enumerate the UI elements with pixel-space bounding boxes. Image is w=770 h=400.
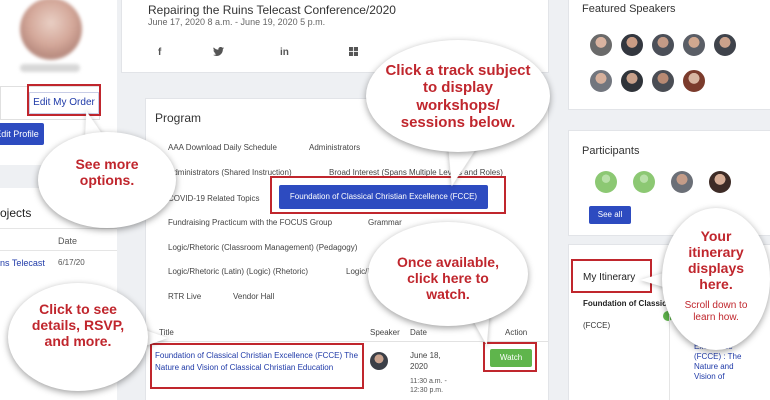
callout-itinerary-text: Your itinerary displays here. [687, 228, 745, 293]
track-fundraising[interactable]: Fundraising Practicum with the FOCUS Gro… [168, 218, 332, 227]
speaker-avatar-1[interactable] [589, 33, 613, 57]
callout-itinerary-subtext: Scroll down to learn how. [684, 300, 748, 323]
featured-speakers-card: Featured Speakers [568, 0, 770, 110]
track-rtr-live[interactable]: RTR Live [168, 292, 201, 301]
facebook-icon[interactable]: f [158, 47, 161, 58]
participant-avatar-placeholder[interactable] [595, 171, 617, 193]
track-vendor-hall[interactable]: Vendor Hall [233, 292, 274, 301]
program-title: Program [155, 111, 202, 125]
callout-watch: Once available, click here to watch. [368, 222, 528, 326]
divider [669, 315, 670, 400]
track-grammar[interactable]: Grammar [368, 218, 402, 227]
windows-icon[interactable] [349, 47, 358, 59]
callout-options: See more options. [38, 132, 176, 228]
twitter-bird-icon [213, 46, 224, 56]
participants-title: Participants [582, 145, 640, 157]
callout-details-text: Click to see details, RSVP, and more. [31, 301, 125, 350]
track-broad-interest[interactable]: Broad Interest (Spans Multiple Levels an… [329, 168, 503, 177]
itinerary-item-tag: (FCCE) [583, 321, 611, 330]
event-dates: June 17, 2020 8 a.m. - June 19, 2020 5 p… [148, 17, 326, 27]
callout-track: Click a track subject to display worksho… [366, 40, 550, 152]
track-covid[interactable]: COVID-19 Related Topics [168, 194, 259, 203]
callout-itinerary: Your itinerary displays here. Scroll dow… [662, 208, 770, 350]
participant-avatar[interactable] [671, 171, 693, 193]
track-logic-latin[interactable]: Logic/Rhetoric (Latin) (Logic) (Rhetoric… [168, 267, 308, 276]
blurred-username [20, 64, 80, 72]
track-fcce-button[interactable]: Foundation of Classical Christian Excell… [279, 185, 488, 209]
speaker-avatar-3[interactable] [651, 33, 675, 57]
track-aaa-download[interactable]: AAA Download Daily Schedule [168, 143, 277, 152]
divider [0, 250, 117, 251]
speaker-avatar-2[interactable] [620, 33, 644, 57]
speaker-avatar-8[interactable] [651, 69, 675, 93]
session-time: 11:30 a.m. - 12:30 p.m. [410, 378, 447, 394]
featured-speakers-title: Featured Speakers [582, 3, 676, 15]
session-title-link[interactable]: Foundation of Classical Christian Excell… [155, 350, 365, 374]
linkedin-icon[interactable]: in [280, 47, 289, 58]
avatar [20, 0, 82, 60]
speaker-avatar-7[interactable] [620, 69, 644, 93]
speaker-avatar[interactable] [370, 352, 388, 370]
column-speaker: Speaker [370, 328, 400, 337]
watch-button[interactable]: Watch [490, 349, 532, 367]
date-column-header: Date [58, 236, 78, 246]
track-administrators[interactable]: Administrators [309, 143, 360, 152]
participant-avatar[interactable] [709, 171, 731, 193]
callout-options-text: See more options. [75, 156, 139, 189]
column-action: Action [505, 328, 528, 337]
projects-title: ojects [0, 206, 32, 220]
itinerary-item[interactable]: Foundation of Classica [583, 299, 671, 308]
project-date: 6/17/20 [58, 258, 85, 267]
track-logic-classroom[interactable]: Logic/Rhetoric (Classroom Management) (P… [168, 243, 357, 252]
event-title: Repairing the Ruins Telecast Conference/… [148, 3, 396, 17]
itinerary-title: My Itinerary [583, 272, 636, 283]
see-all-button[interactable]: See all [589, 206, 631, 224]
speaker-avatar-4[interactable] [682, 33, 706, 57]
callout-track-text: Click a track subject to display worksho… [385, 62, 531, 131]
edit-profile-button[interactable]: Edit Profile [0, 123, 44, 145]
speaker-avatar-9[interactable] [682, 69, 706, 93]
twitter-icon[interactable] [213, 46, 224, 59]
participant-avatar-placeholder[interactable] [633, 171, 655, 193]
windows-logo-icon [349, 47, 358, 56]
track-administrators-shared[interactable]: Administrators (Shared Instruction) [168, 168, 292, 177]
column-date: Date [410, 328, 427, 337]
speaker-avatar-5[interactable] [713, 33, 737, 57]
speaker-avatar-6[interactable] [589, 69, 613, 93]
divider [0, 228, 117, 229]
session-date: June 18, 2020 [410, 351, 441, 371]
project-link[interactable]: ns Telecast [0, 258, 45, 269]
callout-watch-text: Once available, click here to watch. [397, 254, 499, 303]
callout-details: Click to see details, RSVP, and more. [8, 283, 148, 391]
